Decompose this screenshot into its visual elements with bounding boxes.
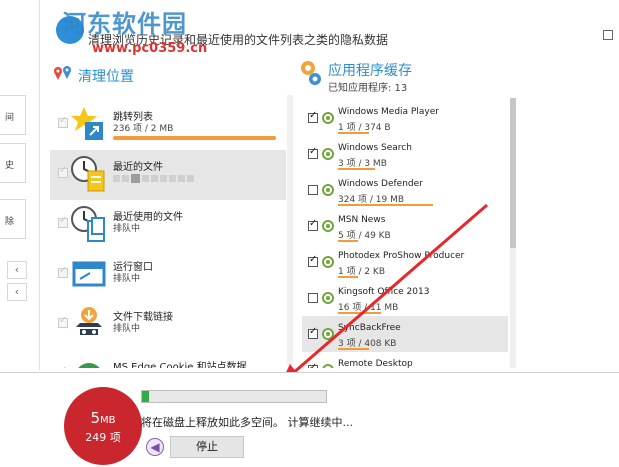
space-size: 5MB <box>64 409 142 427</box>
back-button[interactable]: ◀ <box>146 438 164 456</box>
scan-progress-bar <box>141 390 327 403</box>
item-count: 249 项 <box>85 431 121 444</box>
stop-button[interactable]: 停止 <box>170 436 244 458</box>
size-unit: MB <box>100 415 116 426</box>
progress-fill <box>142 391 150 402</box>
size-value: 5 <box>90 409 101 427</box>
status-message: 将在磁盘上释放如此多空间。 计算继续中... <box>141 416 353 429</box>
footer: 5MB 249 项 将在磁盘上释放如此多空间。 计算继续中... ◀ 停止 <box>0 372 619 467</box>
back-arrow-icon: ◀ <box>150 440 160 454</box>
space-summary-circle: 5MB 249 项 <box>64 387 142 465</box>
